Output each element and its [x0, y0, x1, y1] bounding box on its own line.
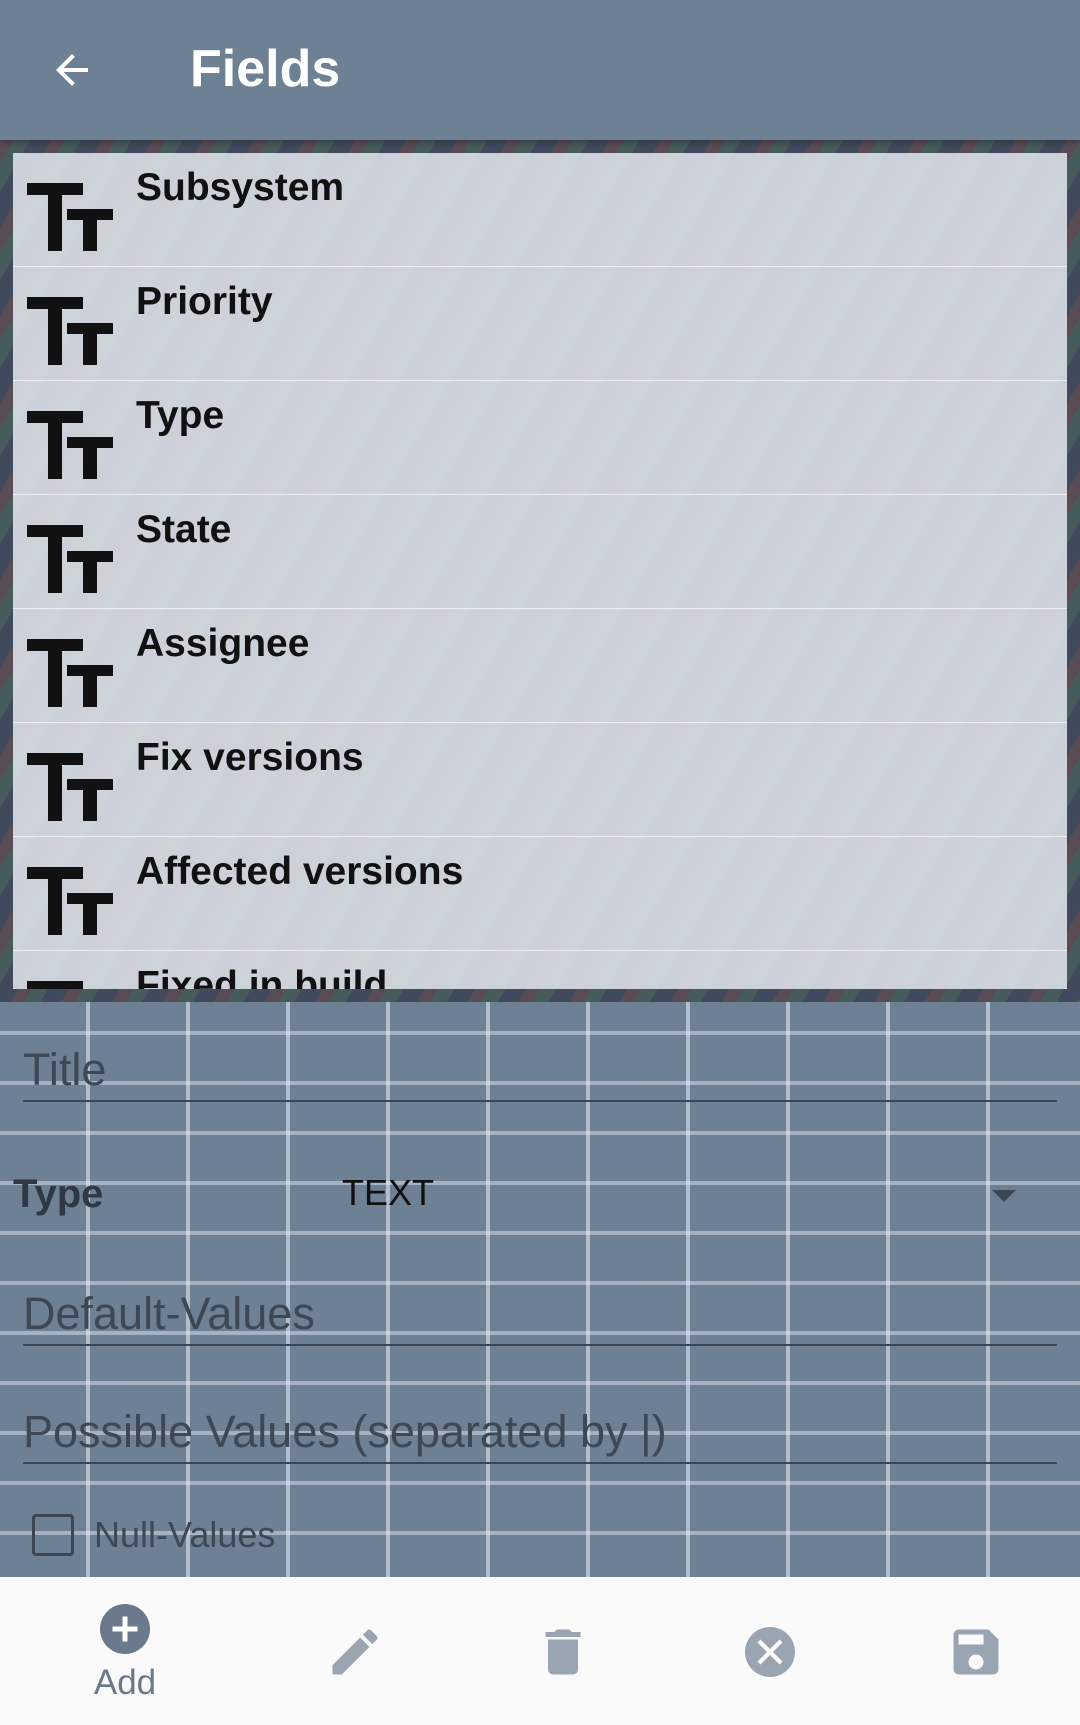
- bottom-toolbar: Add: [0, 1577, 1080, 1725]
- list-item[interactable]: Fixed in build: [13, 951, 1067, 989]
- null-values-label: Null-Values: [94, 1514, 276, 1555]
- list-item[interactable]: Assignee: [13, 609, 1067, 723]
- list-item[interactable]: Subsystem: [13, 153, 1067, 267]
- null-values-checkbox[interactable]: [32, 1514, 74, 1556]
- title-input[interactable]: Title: [23, 1040, 1057, 1102]
- list-item[interactable]: Affected versions: [13, 837, 1067, 951]
- title-placeholder: Title: [23, 1044, 107, 1095]
- list-item-label: Affected versions: [136, 850, 464, 893]
- default-values-input[interactable]: Default-Values: [23, 1284, 1057, 1346]
- fields-list: Subsystem Priority Type State Assignee F…: [13, 153, 1067, 989]
- back-button[interactable]: [30, 28, 114, 112]
- list-item-label: Priority: [136, 280, 273, 323]
- list-item-label: State: [136, 508, 232, 551]
- text-type-icon: [27, 183, 113, 251]
- arrow-back-icon: [56, 54, 88, 86]
- list-item-label: Type: [136, 394, 225, 437]
- page-title: Fields: [190, 40, 341, 98]
- app-bar: Fields: [0, 0, 1080, 140]
- dropdown-arrow-icon[interactable]: [992, 1190, 1016, 1202]
- text-type-icon: [27, 525, 113, 593]
- delete-button[interactable]: [493, 1577, 633, 1725]
- list-item-label: Subsystem: [136, 166, 345, 209]
- add-button[interactable]: Add: [55, 1577, 195, 1725]
- list-item-label: Fix versions: [136, 736, 364, 779]
- cancel-icon: [745, 1627, 795, 1677]
- list-item[interactable]: State: [13, 495, 1067, 609]
- type-label: Type: [13, 1172, 104, 1216]
- list-item-label: Assignee: [136, 622, 310, 665]
- text-type-icon: [27, 297, 113, 365]
- possible-values-placeholder: Possible Values (separated by |): [23, 1406, 667, 1457]
- save-button[interactable]: [906, 1577, 1046, 1725]
- save-icon: [953, 1629, 999, 1675]
- edit-button[interactable]: [285, 1577, 425, 1725]
- text-type-icon: [27, 639, 113, 707]
- text-type-icon: [27, 867, 113, 935]
- text-type-icon: [27, 753, 113, 821]
- edit-icon: [332, 1629, 378, 1675]
- list-item[interactable]: Type: [13, 381, 1067, 495]
- delete-icon: [545, 1629, 581, 1675]
- text-type-icon: [27, 411, 113, 479]
- possible-values-input[interactable]: Possible Values (separated by |): [23, 1402, 1057, 1464]
- list-item-label: Fixed in build: [136, 964, 388, 989]
- add-label: Add: [93, 1663, 157, 1702]
- default-values-placeholder: Default-Values: [23, 1288, 315, 1339]
- type-select[interactable]: TEXT: [342, 1172, 434, 1214]
- add-circle-icon: [100, 1604, 150, 1654]
- null-values-row[interactable]: Null-Values: [32, 1514, 275, 1556]
- text-type-icon: [27, 981, 83, 989]
- list-item[interactable]: Priority: [13, 267, 1067, 381]
- cancel-button[interactable]: [700, 1577, 840, 1725]
- list-item[interactable]: Fix versions: [13, 723, 1067, 837]
